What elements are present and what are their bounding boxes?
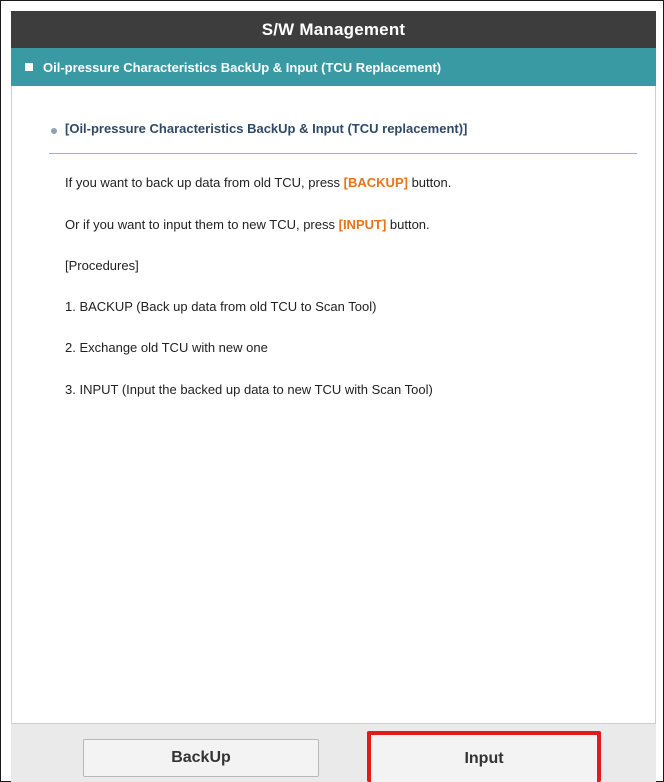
instruction-backup-suffix: button. — [407, 175, 452, 190]
procedure-step-1: 1. BACKUP (Back up data from old TCU to … — [65, 299, 377, 314]
window-title-bar: S/W Management — [11, 11, 656, 48]
backup-button[interactable]: BackUp — [83, 739, 319, 777]
backup-button-label: BackUp — [171, 749, 231, 766]
input-button[interactable]: Input — [367, 731, 601, 782]
circle-bullet-icon — [51, 128, 57, 134]
input-keyword: [INPUT] — [338, 217, 387, 232]
instruction-backup-prefix: If you want to back up data from old TCU… — [65, 175, 344, 190]
content-heading-text: [Oil-pressure Characteristics BackUp & I… — [65, 121, 468, 136]
instruction-input-suffix: button. — [386, 217, 430, 232]
backup-keyword: [BACKUP] — [343, 175, 408, 190]
section-header: Oil-pressure Characteristics BackUp & In… — [11, 48, 656, 86]
instruction-input: Or if you want to input them to new TCU,… — [65, 217, 430, 232]
input-button-label: Input — [464, 749, 504, 767]
procedure-step-2: 2. Exchange old TCU with new one — [65, 340, 268, 355]
instruction-backup: If you want to back up data from old TCU… — [65, 175, 451, 190]
section-title: Oil-pressure Characteristics BackUp & In… — [43, 59, 442, 75]
content-panel: [Oil-pressure Characteristics BackUp & I… — [11, 86, 656, 723]
instruction-input-prefix: Or if you want to input them to new TCU,… — [65, 217, 339, 232]
procedures-label: [Procedures] — [65, 258, 139, 273]
app-window: S/W Management Oil-pressure Characterist… — [0, 0, 664, 782]
button-bar: BackUp Input — [11, 723, 656, 782]
content-heading: [Oil-pressure Characteristics BackUp & I… — [49, 121, 637, 154]
square-bullet-icon — [25, 63, 33, 71]
window-title: S/W Management — [261, 19, 406, 39]
procedure-step-3: 3. INPUT (Input the backed up data to ne… — [65, 382, 433, 397]
